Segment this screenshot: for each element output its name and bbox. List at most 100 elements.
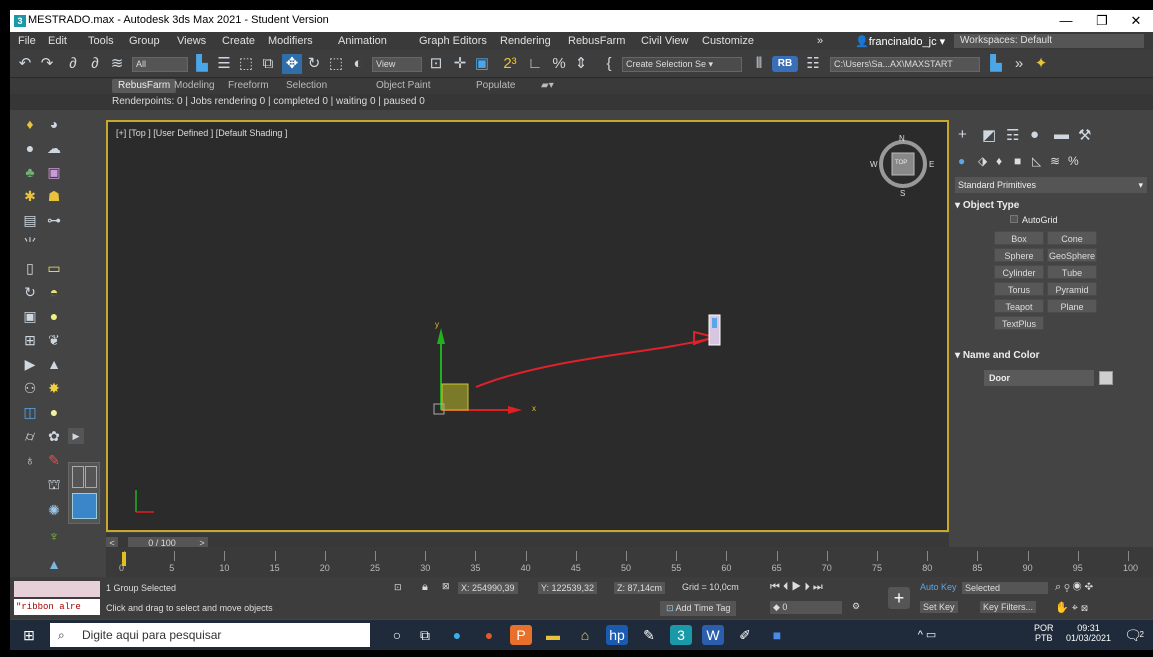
menu-civil-view[interactable]: Civil View — [641, 35, 688, 47]
textplus-button[interactable]: TextPlus — [994, 316, 1044, 330]
spark-icon[interactable]: ✱ — [20, 186, 40, 206]
sun-icon[interactable]: ✸ — [44, 378, 64, 398]
track-bar[interactable]: 0 5 10 15 20 25 30 35 40 45 50 55 60 65 70 75 80 85 90 95 10… — [106, 547, 1153, 577]
lights-icon[interactable]: ♦ — [996, 154, 1002, 168]
camera-icon[interactable]: ◕ — [44, 114, 64, 134]
project-icon[interactable]: ▙ — [985, 54, 1007, 74]
rebusfarm-button[interactable]: RB — [772, 56, 798, 72]
box-button[interactable]: Box — [994, 231, 1044, 245]
panel-icon[interactable]: ▤ — [20, 210, 40, 230]
shapes-icon[interactable]: ⬗ — [978, 154, 987, 168]
gear-object-icon[interactable]: ✺ — [44, 500, 64, 520]
mirror-icon[interactable]: ⫴ — [748, 54, 770, 74]
notification-icon[interactable]: 🗨︎ 2 — [1122, 625, 1144, 645]
people-icon[interactable]: ⚇ — [20, 378, 40, 398]
cortana-icon[interactable]: ○ — [386, 625, 408, 645]
lens-icon[interactable]: ⌭ — [20, 426, 40, 446]
xy-plane-handle[interactable] — [441, 383, 469, 411]
name-color-header[interactable]: ▾ Name and Color — [955, 350, 1147, 361]
torus-button[interactable]: Torus — [994, 282, 1044, 296]
reference-coordinate-dropdown[interactable]: View — [372, 57, 422, 72]
menu-views[interactable]: Views — [177, 35, 206, 47]
toolbar-more-icon[interactable]: » — [1010, 54, 1028, 74]
current-frame-marker[interactable] — [122, 552, 126, 566]
system-tray-icons[interactable]: ^ ▭ ◔ 🔉︎ ✎ — [916, 625, 938, 650]
close-button[interactable]: ✕ — [1122, 12, 1150, 30]
menu-tools[interactable]: Tools — [88, 35, 114, 47]
pyramid-button[interactable]: Pyramid — [1047, 282, 1097, 296]
angle-snap-icon[interactable]: ∟ — [524, 54, 546, 74]
frame-field[interactable]: ◆ 0 — [770, 601, 842, 614]
layout-split-icon-2[interactable] — [85, 466, 97, 488]
paint-icon[interactable]: ✎ — [44, 450, 64, 470]
key-filters-button[interactable]: Key Filters... — [980, 601, 1037, 613]
auto-key-button[interactable]: Auto Key — [920, 582, 957, 592]
select-object-icon[interactable]: ▙ — [192, 54, 212, 74]
edge-icon[interactable]: ● — [446, 625, 468, 645]
spacewarps-icon[interactable]: ≋ — [1050, 154, 1060, 168]
rect-selection-icon[interactable]: ⬚ — [236, 54, 256, 74]
menu-group[interactable]: Group — [129, 35, 160, 47]
display-tab-icon[interactable]: ▬ — [1054, 126, 1069, 143]
link-icon[interactable]: ∂ — [62, 54, 84, 74]
hierarchy-tab-icon[interactable]: ☶ — [1006, 126, 1019, 144]
set-key-icon[interactable]: + — [888, 587, 910, 609]
file-explorer-icon[interactable]: ▬ — [542, 625, 564, 645]
key-selection-dropdown[interactable]: Selected — [962, 582, 1048, 594]
viewport-layout-panel[interactable] — [68, 462, 100, 524]
add-time-tag-button[interactable]: ⊡ Add Time Tag — [660, 601, 737, 616]
bulb-icon[interactable]: ☗ — [44, 186, 64, 206]
cloud-icon[interactable]: ☁ — [44, 138, 64, 158]
geosphere-button[interactable]: GeoSphere — [1047, 248, 1097, 262]
utilities-tab-icon[interactable]: ⚒ — [1078, 126, 1091, 144]
taskbar-search-box[interactable]: ⌕ Digite aqui para pesquisar — [50, 623, 370, 647]
sketchup-icon[interactable]: ✐ — [734, 625, 756, 645]
flower-icon[interactable]: ✿ — [44, 426, 64, 446]
sphere-light-icon[interactable]: ● — [20, 138, 40, 158]
y-coordinate-field[interactable]: Y: 122539,32 — [538, 582, 598, 594]
omni-light-icon[interactable]: ● — [44, 402, 64, 422]
image-icon[interactable]: ▣ — [44, 162, 64, 182]
door-icon[interactable]: ▯ — [20, 258, 40, 278]
minimize-button[interactable]: — — [1052, 12, 1080, 30]
keyboard-shortcut-override-icon[interactable]: ▣ — [472, 54, 492, 74]
language-indicator[interactable]: POR PTB — [1034, 623, 1054, 643]
layout-single-icon[interactable] — [72, 493, 97, 519]
modify-tab-icon[interactable]: ◩ — [982, 126, 996, 144]
word-icon[interactable]: W — [702, 625, 724, 645]
menu-file[interactable]: File — [18, 35, 36, 47]
object-color-swatch[interactable] — [1099, 371, 1113, 385]
bulb-outline-icon[interactable]: ♁ — [20, 450, 40, 470]
hill-icon[interactable]: ▲ — [44, 554, 64, 574]
menu-rendering[interactable]: Rendering — [500, 35, 551, 47]
scale-icon[interactable]: ⬚ — [326, 54, 346, 74]
tab-freeform[interactable]: Freeform — [222, 79, 275, 93]
cylinder-button[interactable]: Cylinder — [994, 265, 1044, 279]
frame-icon[interactable]: ⊞ — [20, 330, 40, 350]
autogrid-checkbox[interactable]: AutoGrid — [1010, 215, 1058, 225]
bind-spacewarp-icon[interactable]: ≋ — [106, 54, 128, 74]
powerpoint-icon[interactable]: P — [510, 625, 532, 645]
snaps-toggle-icon[interactable]: 2³ — [498, 54, 522, 74]
menu-graph-editors[interactable]: Graph Editors — [419, 35, 487, 47]
rectangle-light-icon[interactable]: ▭ — [44, 258, 64, 278]
maxscript-listener-top[interactable] — [14, 581, 100, 597]
object-type-header[interactable]: ▾ Object Type — [955, 200, 1147, 211]
undo-icon[interactable]: ↶ — [14, 54, 36, 74]
hp-icon[interactable]: hp — [606, 625, 628, 645]
tab-selection[interactable]: Selection — [280, 79, 333, 93]
task-view-icon[interactable]: ⧉ — [414, 625, 436, 645]
pivot-center-icon[interactable]: ⊡ — [426, 54, 446, 74]
create-tab-icon[interactable]: + — [958, 126, 967, 143]
castle-icon[interactable]: ⛫ — [44, 474, 64, 494]
rotate-icon[interactable]: ↻ — [304, 54, 324, 74]
menu-modifiers[interactable]: Modifiers — [268, 35, 313, 47]
redo-icon[interactable]: ↷ — [36, 54, 58, 74]
plant-icon[interactable]: ❦ — [44, 330, 64, 350]
menu-rebusfarm[interactable]: RebusFarm — [568, 35, 625, 47]
maxscript-listener-input[interactable]: "ribbon alre — [14, 599, 100, 615]
windows-start-icon[interactable]: ⊞ — [18, 625, 40, 645]
ribbon-toggle-icon[interactable]: ▰▾ — [535, 79, 560, 93]
lock-icon[interactable]: 🔒︎ — [422, 581, 428, 594]
named-selection-sets-dropdown[interactable]: Create Selection Se ▾ — [622, 57, 742, 72]
